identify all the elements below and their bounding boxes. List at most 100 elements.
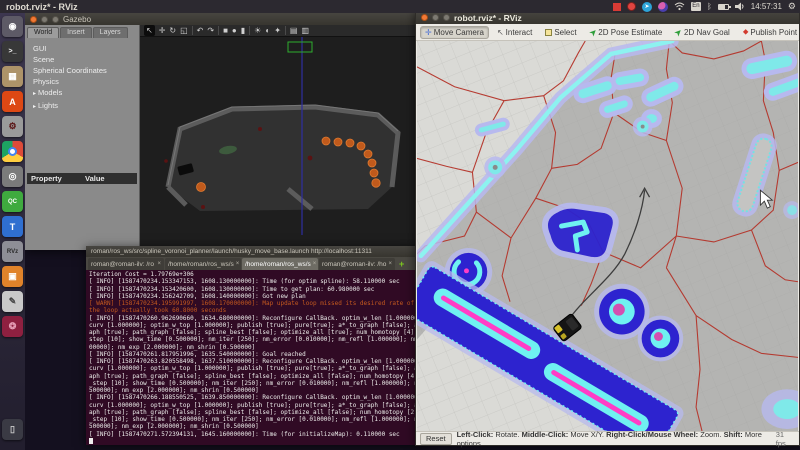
launcher-item-chrome[interactable] <box>2 141 23 162</box>
gazebo-tab-world[interactable]: World <box>27 27 60 38</box>
minimize-icon[interactable] <box>432 14 439 21</box>
copy-icon[interactable]: ▤ <box>290 25 298 36</box>
launcher-item-dash[interactable]: ◉ <box>2 16 23 37</box>
telegram-icon[interactable]: ➤ <box>641 1 652 12</box>
launcher-item-terminal[interactable]: >_ <box>2 41 23 62</box>
close-icon[interactable]: × <box>234 261 240 267</box>
tree-item-gui[interactable]: GUI <box>33 43 139 54</box>
settings-gear-icon: ⚙ <box>8 121 17 131</box>
new-tab-button[interactable]: + <box>396 258 407 270</box>
launcher-item-gazebo[interactable]: ▣ <box>2 266 23 287</box>
keyboard-layout-icon[interactable]: En <box>690 2 701 11</box>
launcher-item-trash[interactable]: ▯ <box>2 419 23 440</box>
cylinder-shape-icon[interactable]: ▮ <box>241 25 245 36</box>
log-line: aph [true]; path_graph [false]; spline_b… <box>89 408 426 416</box>
launcher-item-qtcreator[interactable]: QC <box>2 191 23 212</box>
log-line: [ INFO] [1587470261.817951996, 1635.5400… <box>89 350 306 358</box>
terminal-icon: >_ <box>8 48 17 55</box>
launcher-item-settings[interactable]: ⚙ <box>2 116 23 137</box>
publish-point-button[interactable]: ⬥ Publish Point <box>738 25 800 39</box>
stop-icon[interactable] <box>612 2 621 11</box>
gazebo-titlebar[interactable]: Gazebo <box>25 13 425 25</box>
minimize-icon[interactable] <box>41 15 48 23</box>
scale-tool-icon[interactable]: ◱ <box>180 25 188 36</box>
record-icon[interactable] <box>626 2 636 11</box>
redo-icon[interactable]: ↷ <box>207 25 214 36</box>
log-line-warn: [ WARN] [1587470234.195991997, 1608.1700… <box>89 300 426 307</box>
launcher-item-files[interactable]: ▦ <box>2 66 23 87</box>
tree-item-models[interactable]: ▸ Models <box>33 87 139 100</box>
launcher-item-notes[interactable]: ✎ <box>2 291 23 312</box>
tree-item-lights[interactable]: ▸ Lights <box>33 100 139 113</box>
volume-icon[interactable] <box>734 2 745 11</box>
translate-tool-icon[interactable]: ✛ <box>159 25 166 36</box>
close-icon[interactable] <box>30 15 37 23</box>
maximize-icon[interactable] <box>443 14 450 21</box>
log-line-warn: the loop actually took 60.8000 seconds <box>89 307 227 315</box>
directional-light-icon[interactable]: ✦ <box>274 25 281 36</box>
log-line: [ INFO] [1587470234.153420600, 1608.1300… <box>89 285 375 293</box>
terminal-tab-2[interactable]: /home/roman/ros_ws/s × <box>165 258 241 270</box>
log-line: curv [1.000000]; optim_w_top [1.000000];… <box>89 365 426 373</box>
terminal-titlebar[interactable]: roman/ros_ws/src/spline_voronoi_planner/… <box>86 246 426 257</box>
expand-arrow-icon[interactable]: ▸ <box>33 91 36 97</box>
log-line: curv [1.000000]; optim_w_top [1.000000];… <box>89 321 426 329</box>
move-camera-button[interactable]: ✛ Move Camera <box>420 25 489 39</box>
log-line: aph [true]; path_graph [false]; spline_b… <box>89 372 426 380</box>
gazebo-tab-layers[interactable]: Layers <box>92 27 128 38</box>
rviz-title: robot.rviz* - RViz <box>454 12 522 23</box>
tree-item-scene[interactable]: Scene <box>33 54 139 65</box>
ubuntu-dash-icon: ◉ <box>8 21 17 31</box>
gazebo-title: Gazebo <box>63 14 92 24</box>
launcher-item-red-app[interactable]: ❂ <box>2 316 23 337</box>
red-swirl-icon: ❂ <box>8 321 17 331</box>
close-icon[interactable] <box>421 14 428 21</box>
point-light-icon[interactable]: ☀ <box>254 25 261 36</box>
tree-item-physics[interactable]: Physics <box>33 76 139 87</box>
wifi-icon[interactable] <box>674 2 685 11</box>
undo-icon[interactable]: ↶ <box>197 25 204 36</box>
bluetooth-icon[interactable]: ᛒ <box>707 2 712 11</box>
select-tool-icon[interactable]: ↖ <box>144 25 155 36</box>
log-line: curv [1.000000]; optim_w_top [1.000000];… <box>89 401 426 409</box>
fps-counter: 31 fps <box>775 429 786 448</box>
app-indicator-icon[interactable] <box>657 1 668 12</box>
session-gear-icon[interactable]: ⚙ <box>788 1 796 12</box>
launcher-item-text-editor[interactable]: A <box>2 91 23 112</box>
gazebo-scene[interactable] <box>140 37 419 239</box>
launcher-item-blue-app[interactable]: T <box>2 216 23 237</box>
terminal-output[interactable]: Iteration Cost = 1.79769e+306 [ INFO] [1… <box>86 270 426 445</box>
clock[interactable]: 14:57:31 <box>751 2 782 11</box>
log-line: [ INFO] [1587470263.820558498, 1637.5100… <box>89 358 426 365</box>
terminal-tab-3[interactable]: /home/roman/ros_ws/s × <box>242 258 318 270</box>
maximize-icon[interactable] <box>52 15 59 23</box>
gazebo-tab-insert[interactable]: Insert <box>60 27 92 38</box>
gazebo-toolbar: ↖ ✛ ↻ ◱ ↶ ↷ ■ ● ▮ ☀ ◐ ✦ ▤ ▥ <box>140 25 425 37</box>
interact-button[interactable]: ↖ Interact <box>492 26 537 39</box>
launcher-item-rviz[interactable]: RVz <box>2 241 23 262</box>
expand-arrow-icon[interactable]: ▸ <box>33 104 36 110</box>
close-icon[interactable]: × <box>311 261 317 267</box>
gazebo-3d-viewport[interactable]: ↖ ✛ ↻ ◱ ↶ ↷ ■ ● ▮ ☀ ◐ ✦ ▤ ▥ <box>140 25 425 250</box>
battery-icon[interactable] <box>717 3 731 10</box>
spot-light-icon[interactable]: ◐ <box>265 25 270 36</box>
rviz-map-view[interactable] <box>417 41 798 431</box>
gazebo-icon: ▣ <box>8 271 17 281</box>
terminal-tab-1[interactable]: roman@roman-ilv: /ro × <box>88 258 164 270</box>
pose-estimate-button[interactable]: ➤ 2D Pose Estimate <box>585 26 668 39</box>
paste-icon[interactable]: ▥ <box>301 25 309 36</box>
rotate-tool-icon[interactable]: ↻ <box>169 25 176 36</box>
log-line: _step [10]; show_time [0.500000]; nm_ite… <box>89 416 426 423</box>
close-icon[interactable]: × <box>386 261 392 267</box>
launcher-item-screenshot[interactable]: ◎ <box>2 166 23 187</box>
nav-goal-button[interactable]: ➤ 2D Nav Goal <box>670 26 735 39</box>
select-button[interactable]: Select <box>540 26 581 39</box>
terminal-tab-4[interactable]: roman@roman-ilv: /ho × <box>319 258 395 270</box>
tree-item-spherical-coordinates[interactable]: Spherical Coordinates <box>33 65 139 76</box>
close-icon[interactable]: × <box>155 261 161 267</box>
sphere-shape-icon[interactable]: ● <box>232 25 237 36</box>
log-line: [ INFO] [1587470266.188550525, 1639.8500… <box>89 394 426 402</box>
desktop: robot.rviz* - RViz ➤ En ᛒ 14:57:31 ⚙ ◉ >… <box>0 0 800 450</box>
box-shape-icon[interactable]: ■ <box>223 25 228 36</box>
reset-button[interactable]: Reset <box>420 432 452 445</box>
